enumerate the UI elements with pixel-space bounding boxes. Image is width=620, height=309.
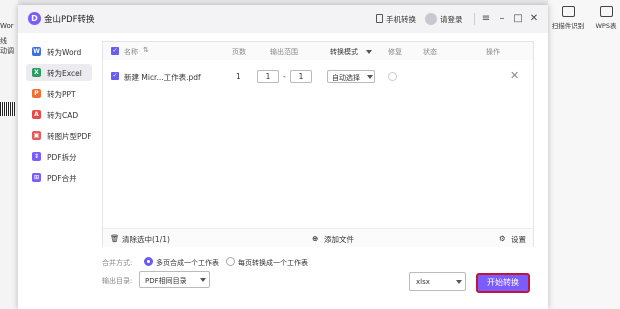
- cad-icon: A: [32, 110, 41, 119]
- pdf-convert-dialog: D 金山PDF转换 手机转换 请登录 ≡ – □ ✕ W 转为Word X 转为…: [18, 5, 548, 309]
- mode-value: 自动选择: [332, 74, 360, 82]
- sidebar-item-image-pdf[interactable]: ▣ 转图片型PDF: [26, 127, 92, 144]
- table-footer: 🗑 清除选中(1/1) ⊕ 添加文件 ⚙ 设置: [103, 228, 533, 247]
- col-repair: 修复: [388, 48, 402, 56]
- col-name[interactable]: 名称: [124, 47, 138, 57]
- select-all-checkbox[interactable]: ✓: [111, 47, 119, 55]
- repair-toggle-icon[interactable]: [388, 72, 397, 81]
- merge-opt2-radio[interactable]: [226, 257, 235, 266]
- sidebar-item-split[interactable]: ⇕ PDF拆分: [26, 148, 92, 165]
- bg-label: 线: [0, 37, 7, 45]
- sidebar-item-label: PDF合并: [47, 174, 77, 183]
- bg-label: 动调: [0, 47, 14, 55]
- col-mode[interactable]: 转换模式: [330, 47, 358, 57]
- col-pages: 页数: [232, 48, 246, 56]
- merge-icon: ⊞: [32, 173, 41, 182]
- scan-tool-label: 扫描件识别: [551, 22, 585, 30]
- merge-opt1-radio[interactable]: [144, 257, 153, 266]
- split-icon: ⇕: [32, 152, 41, 161]
- excel-icon: X: [32, 68, 41, 77]
- range-to-input[interactable]: 1: [290, 70, 312, 83]
- range-separator: -: [283, 72, 286, 81]
- col-status: 状态: [423, 48, 437, 56]
- format-select[interactable]: xlsx: [409, 272, 466, 291]
- wps-tool-label: WPS表: [595, 22, 617, 30]
- bg-label: Wor: [0, 22, 14, 30]
- gear-icon[interactable]: ⚙: [499, 234, 506, 243]
- row-checkbox[interactable]: ✓: [111, 72, 119, 80]
- chevron-down-icon: [200, 278, 206, 282]
- remove-file-icon[interactable]: ✕: [510, 69, 519, 82]
- range-from-input[interactable]: 1: [257, 70, 279, 83]
- phone-icon[interactable]: [376, 14, 383, 23]
- sidebar-item-label: 转为CAD: [47, 111, 79, 120]
- phone-convert-link[interactable]: 手机转换: [386, 14, 416, 25]
- mode-select[interactable]: 自动选择: [327, 70, 375, 83]
- page-count: 1: [236, 72, 241, 81]
- settings-button[interactable]: 设置: [511, 234, 526, 245]
- sidebar-item-label: 转为Excel: [47, 69, 82, 78]
- sidebar-item-cad[interactable]: A 转为CAD: [26, 106, 92, 123]
- image-pdf-icon: ▣: [32, 131, 41, 140]
- sidebar-item-label: 转为PPT: [47, 90, 76, 99]
- ppt-icon: P: [32, 89, 41, 98]
- avatar-icon[interactable]: [425, 13, 437, 25]
- merge-opt1-label[interactable]: 多页合成一个工作表: [156, 258, 219, 268]
- sidebar: W 转为Word X 转为Excel P 转为PPT A 转为CAD ▣ 转图片…: [18, 33, 102, 309]
- output-dir-label: 输出目录:: [102, 277, 133, 285]
- sidebar-item-merge[interactable]: ⊞ PDF合并: [26, 169, 92, 186]
- background-app-right: 扫描件识别 WPS表: [548, 0, 620, 309]
- monitor-icon: [599, 6, 613, 17]
- sort-icon[interactable]: ⇅: [143, 46, 149, 54]
- sidebar-item-label: 转为Word: [47, 48, 82, 57]
- output-dir-select[interactable]: PDF相同目录: [139, 271, 210, 288]
- merge-mode-label: 合并方式:: [102, 259, 133, 267]
- col-range: 输出范围: [270, 48, 298, 56]
- login-link[interactable]: 请登录: [440, 14, 463, 25]
- background-app-left: Wor 线 动调: [0, 0, 18, 309]
- scan-tool[interactable]: 扫描件识别: [550, 6, 586, 30]
- merge-opt2-label[interactable]: 每页转换成一个工作表: [238, 258, 308, 268]
- trash-icon[interactable]: 🗑: [110, 234, 120, 243]
- minimize-icon[interactable]: –: [496, 12, 508, 25]
- col-action: 操作: [486, 48, 500, 56]
- sidebar-item-label: PDF拆分: [47, 153, 77, 162]
- output-dir-value: PDF相同目录: [145, 277, 187, 285]
- file-name: 新建 Micr...工作表.pdf: [124, 73, 201, 82]
- maximize-icon[interactable]: □: [512, 12, 524, 25]
- sidebar-item-ppt[interactable]: P 转为PPT: [26, 85, 92, 102]
- sidebar-item-excel[interactable]: X 转为Excel: [26, 64, 92, 81]
- title-bar: D 金山PDF转换 手机转换 请登录 ≡ – □ ✕: [18, 5, 548, 33]
- menu-icon[interactable]: ≡: [480, 12, 492, 25]
- clear-selected-button[interactable]: 清除选中(1/1): [122, 234, 170, 245]
- close-icon[interactable]: ✕: [528, 12, 540, 25]
- sidebar-item-word[interactable]: W 转为Word: [26, 43, 92, 60]
- chevron-down-icon: [367, 75, 373, 79]
- format-value: xlsx: [416, 278, 430, 286]
- app-logo-icon: D: [28, 12, 41, 25]
- wps-tool[interactable]: WPS表: [592, 6, 620, 30]
- divider: [474, 13, 475, 25]
- add-file-button[interactable]: 添加文件: [324, 234, 354, 245]
- table-header: ✓ 名称 ⇅ 页数 输出范围 转换模式 修复 状态 操作: [103, 42, 533, 60]
- app-title: 金山PDF转换: [44, 15, 95, 25]
- chevron-down-icon[interactable]: [366, 50, 372, 54]
- word-icon: W: [32, 47, 41, 56]
- file-table: ✓ 名称 ⇅ 页数 输出范围 转换模式 修复 状态 操作 ✓ 新建 Micr..…: [102, 41, 534, 247]
- bg-texture: [0, 102, 16, 116]
- add-icon[interactable]: ⊕: [312, 234, 318, 243]
- start-convert-button[interactable]: 开始转换: [476, 273, 530, 293]
- scan-icon: [561, 6, 575, 17]
- chevron-down-icon: [456, 280, 462, 284]
- sidebar-item-label: 转图片型PDF: [47, 132, 92, 141]
